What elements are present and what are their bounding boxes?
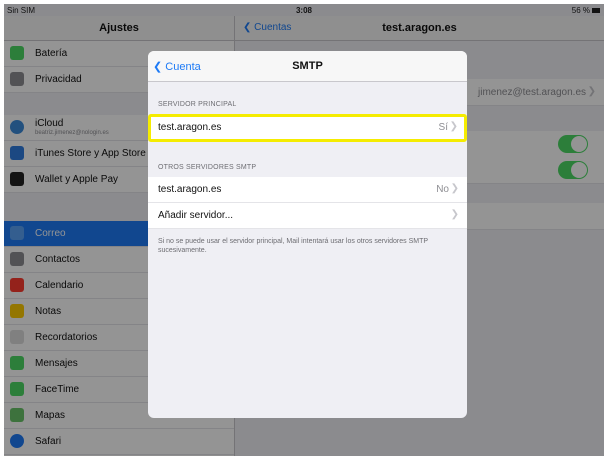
other-server-label: test.aragon.es (158, 184, 222, 195)
other-server-status: No (436, 184, 449, 195)
modal-nav-bar: ❮ Cuenta SMTP (148, 51, 467, 82)
primary-server-status: Sí (438, 122, 448, 133)
chevron-right-icon: ❯ (449, 121, 458, 132)
smtp-modal: ❮ Cuenta SMTP SERVIDOR PRINCIPAL test.ar… (148, 51, 467, 418)
chevron-right-icon: ❯ (450, 209, 459, 220)
add-server-label: Añadir servidor... (158, 210, 234, 221)
primary-server-header: SERVIDOR PRINCIPAL (158, 101, 237, 108)
other-server-row[interactable]: test.aragon.es No ❯ (148, 177, 467, 203)
chevron-right-icon: ❯ (450, 183, 459, 194)
other-servers-header: OTROS SERVIDORES SMTP (158, 164, 257, 171)
primary-server-label: test.aragon.es (158, 122, 222, 133)
smtp-footer-note: Si no se puede usar el servidor principa… (158, 238, 428, 254)
modal-title: SMTP (292, 60, 323, 72)
primary-server-row[interactable]: test.aragon.es Sí ❯ (148, 114, 467, 142)
ipad-screen: Sin SIM 3:08 56 % Ajustes Batería Privac… (4, 4, 604, 456)
add-server-row[interactable]: Añadir servidor... ❯ (148, 203, 467, 229)
